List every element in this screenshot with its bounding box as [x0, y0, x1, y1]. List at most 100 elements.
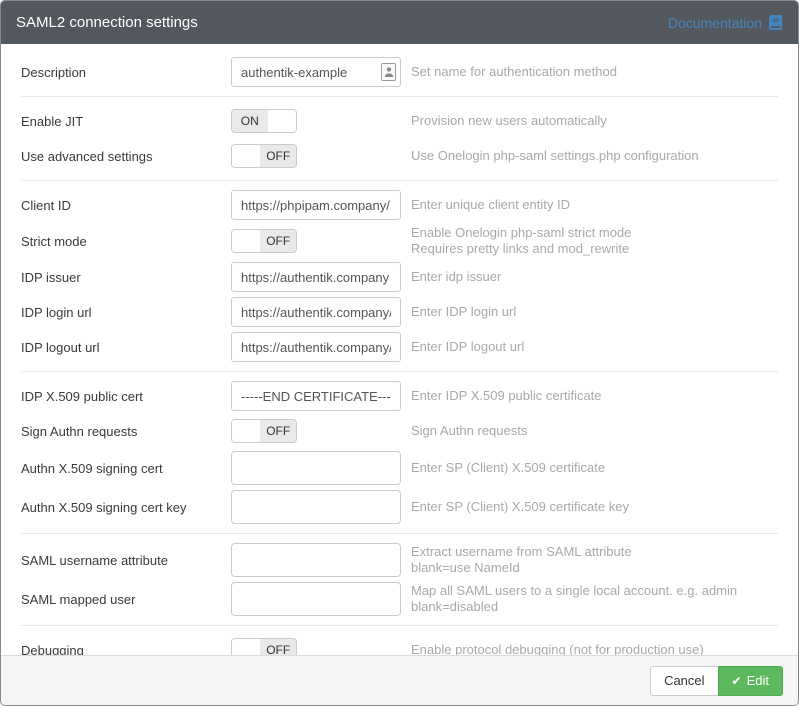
field-label: Enable JIT	[21, 114, 231, 129]
form-row: SAML mapped user Map all SAML users to a…	[21, 582, 778, 616]
field-control: OFF	[231, 229, 411, 253]
toggle-handle	[232, 145, 260, 167]
field-control	[231, 490, 411, 524]
help-line: Enter IDP login url	[411, 304, 778, 320]
field-label: SAML username attribute	[21, 553, 231, 568]
help-line: Enter SP (Client) X.509 certificate	[411, 460, 778, 476]
field-control	[231, 582, 411, 616]
toggle-switch[interactable]: OFF	[231, 419, 297, 443]
form-row: IDP issuer Enter idp issuer	[21, 262, 778, 292]
input-wrap	[231, 332, 401, 362]
toggle-switch[interactable]: ON	[231, 109, 297, 133]
edit-button[interactable]: ✔ Edit	[718, 666, 783, 696]
input-wrap	[231, 262, 401, 292]
form-row: Sign Authn requests OFF Sign Authn reque…	[21, 416, 778, 446]
cancel-button[interactable]: Cancel	[650, 666, 718, 696]
documentation-link-label: Documentation	[668, 15, 762, 31]
field-control	[231, 190, 411, 220]
help-line: Enter idp issuer	[411, 269, 778, 285]
field-control: ON	[231, 109, 411, 133]
section-divider	[21, 180, 778, 181]
toggle-state-label: OFF	[260, 420, 296, 442]
toggle-handle	[232, 639, 260, 655]
text-input[interactable]	[231, 190, 401, 220]
text-input[interactable]	[231, 490, 401, 524]
field-label: Sign Authn requests	[21, 424, 231, 439]
toggle-switch[interactable]: OFF	[231, 229, 297, 253]
text-input[interactable]	[231, 543, 401, 577]
input-wrap	[231, 582, 401, 616]
book-icon	[768, 15, 783, 30]
dialog-header: SAML2 connection settings Documentation	[1, 1, 798, 44]
form-row: Authn X.509 signing cert Enter SP (Clien…	[21, 451, 778, 485]
input-wrap	[231, 490, 401, 524]
help-line: Sign Authn requests	[411, 423, 778, 439]
form-body: Description Set name for authentication …	[1, 44, 798, 655]
help-line: Enter IDP logout url	[411, 339, 778, 355]
field-control	[231, 57, 411, 87]
form-row: SAML username attribute Extract username…	[21, 543, 778, 577]
documentation-link[interactable]: Documentation	[668, 15, 783, 31]
dialog-title: SAML2 connection settings	[16, 14, 198, 31]
help-line: blank=disabled	[411, 599, 778, 615]
field-help: Enter idp issuer	[411, 269, 778, 285]
form-row: Debugging OFF Enable protocol debugging …	[21, 635, 778, 655]
section-divider	[21, 96, 778, 97]
text-input[interactable]	[231, 582, 401, 616]
help-line: Enable protocol debugging (not for produ…	[411, 642, 778, 655]
help-line: Enter SP (Client) X.509 certificate key	[411, 499, 778, 515]
field-label: Use advanced settings	[21, 149, 231, 164]
input-wrap	[231, 57, 401, 87]
field-help: Enter unique client entity ID	[411, 197, 778, 213]
input-wrap	[231, 190, 401, 220]
field-help: Sign Authn requests	[411, 423, 778, 439]
field-help: Use Onelogin php-saml settings.php confi…	[411, 148, 778, 164]
section-divider	[21, 371, 778, 372]
field-help: Set name for authentication method	[411, 64, 778, 80]
field-help: Enable Onelogin php-saml strict modeRequ…	[411, 225, 778, 257]
field-control	[231, 332, 411, 362]
text-input[interactable]	[231, 451, 401, 485]
text-input[interactable]	[231, 381, 401, 411]
form-row: Enable JIT ON Provision new users automa…	[21, 106, 778, 136]
toggle-switch[interactable]: OFF	[231, 638, 297, 655]
field-label: Authn X.509 signing cert	[21, 461, 231, 476]
text-input[interactable]	[231, 57, 401, 87]
field-label: IDP login url	[21, 305, 231, 320]
field-control	[231, 297, 411, 327]
field-label: IDP issuer	[21, 270, 231, 285]
field-help: Enter SP (Client) X.509 certificate	[411, 460, 778, 476]
field-label: IDP X.509 public cert	[21, 389, 231, 404]
toggle-handle	[268, 110, 296, 132]
toggle-state-label: OFF	[260, 145, 296, 167]
section-divider	[21, 533, 778, 534]
field-label: Client ID	[21, 198, 231, 213]
check-icon: ✔	[732, 674, 742, 688]
field-control	[231, 543, 411, 577]
toggle-handle	[232, 230, 260, 252]
help-line: Enter IDP X.509 public certificate	[411, 388, 778, 404]
field-help: Enable protocol debugging (not for produ…	[411, 642, 778, 655]
field-help: Enter IDP logout url	[411, 339, 778, 355]
field-help: Extract username from SAML attributeblan…	[411, 544, 778, 576]
help-line: blank=use NameId	[411, 560, 778, 576]
help-line: Map all SAML users to a single local acc…	[411, 583, 778, 599]
field-label: SAML mapped user	[21, 592, 231, 607]
edit-button-label: Edit	[747, 673, 769, 688]
field-help: Enter IDP X.509 public certificate	[411, 388, 778, 404]
form-row: Authn X.509 signing cert key Enter SP (C…	[21, 490, 778, 524]
toggle-switch[interactable]: OFF	[231, 144, 297, 168]
user-icon[interactable]	[381, 63, 396, 81]
help-line: Use Onelogin php-saml settings.php confi…	[411, 148, 778, 164]
section-divider	[21, 625, 778, 626]
help-line: Provision new users automatically	[411, 113, 778, 129]
field-label: Description	[21, 65, 231, 80]
help-line: Extract username from SAML attribute	[411, 544, 778, 560]
text-input[interactable]	[231, 297, 401, 327]
field-control: OFF	[231, 144, 411, 168]
dialog-footer: Cancel ✔ Edit	[1, 655, 798, 705]
text-input[interactable]	[231, 332, 401, 362]
toggle-handle	[232, 420, 260, 442]
field-control: OFF	[231, 638, 411, 655]
text-input[interactable]	[231, 262, 401, 292]
